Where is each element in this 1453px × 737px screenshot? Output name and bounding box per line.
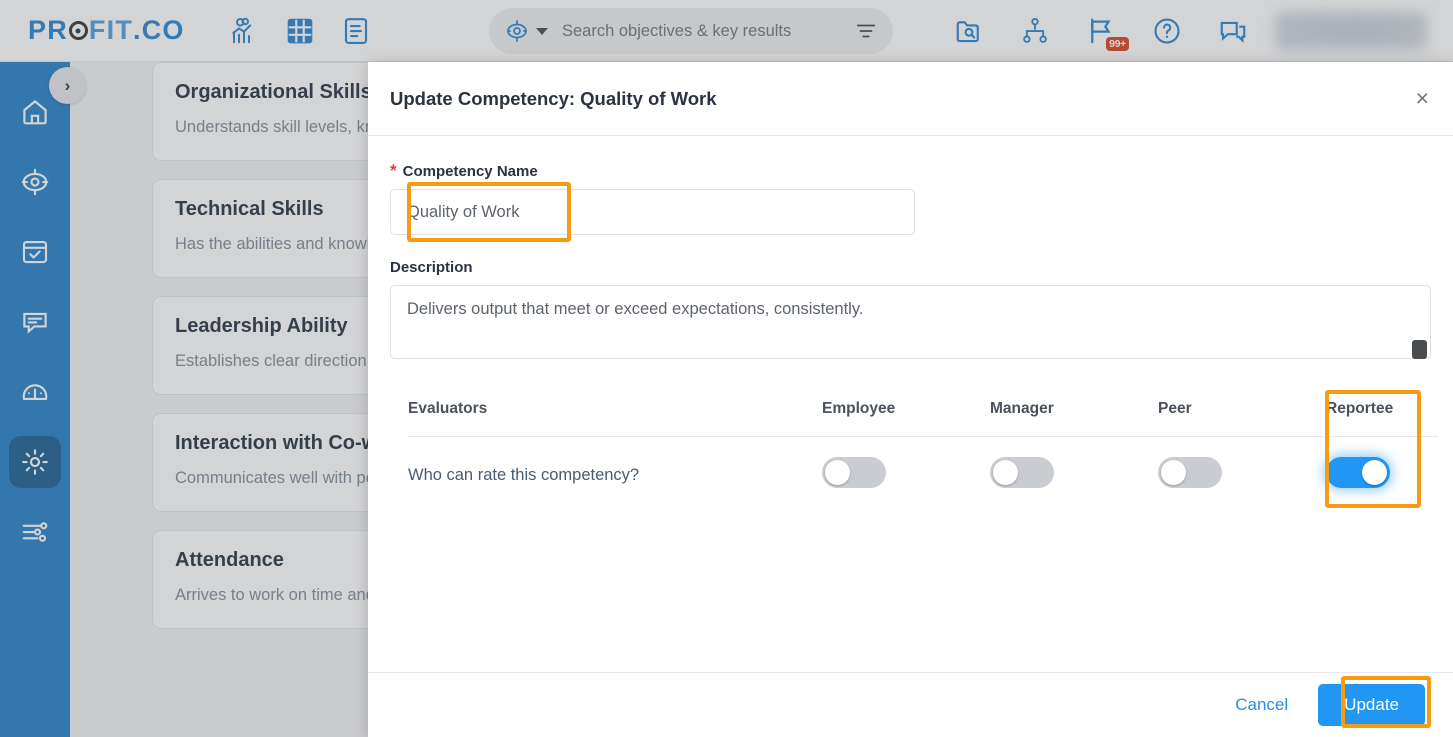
cancel-button[interactable]: Cancel <box>1235 695 1288 715</box>
update-button[interactable]: Update <box>1318 684 1425 726</box>
column-header-peer: Peer <box>1158 390 1326 437</box>
dialog-body: * Competency Name Description Evaluators… <box>368 136 1453 672</box>
toggle-reportee[interactable] <box>1326 457 1390 488</box>
cell-employee <box>822 437 990 508</box>
evaluator-question: Who can rate this competency? <box>408 465 640 484</box>
competency-name-label-text: Competency Name <box>402 163 538 180</box>
dialog-footer: Cancel Update <box>368 672 1453 737</box>
cell-peer <box>1158 437 1326 508</box>
column-header-manager: Manager <box>990 390 1158 437</box>
evaluators-header-row: Evaluators Employee Manager Peer Reporte… <box>408 390 1438 437</box>
dialog-title: Update Competency: Quality of Work <box>390 87 717 109</box>
column-header-evaluators: Evaluators <box>408 390 822 437</box>
update-competency-dialog: Update Competency: Quality of Work × * C… <box>368 62 1453 737</box>
cell-manager <box>990 437 1158 508</box>
dialog-header: Update Competency: Quality of Work × <box>368 62 1453 136</box>
description-label: Description <box>390 259 1431 276</box>
close-icon[interactable]: × <box>1416 87 1429 110</box>
competency-name-row <box>390 182 1431 242</box>
column-header-employee: Employee <box>822 390 990 437</box>
description-label-text: Description <box>390 259 473 276</box>
toggle-employee[interactable] <box>822 457 886 488</box>
app-root: PR FIT .CO Search objectives & key resul… <box>0 0 1453 737</box>
competency-name-input[interactable] <box>390 189 915 235</box>
table-row: Who can rate this competency? <box>408 437 1438 508</box>
resize-handle[interactable] <box>1412 340 1427 359</box>
description-row <box>390 285 1431 364</box>
required-asterisk: * <box>390 161 397 180</box>
cell-reportee <box>1326 437 1438 508</box>
competency-name-label: * Competency Name <box>390 162 1431 180</box>
description-textarea[interactable] <box>390 285 1431 359</box>
toggle-manager[interactable] <box>990 457 1054 488</box>
toggle-peer[interactable] <box>1158 457 1222 488</box>
evaluators-table: Evaluators Employee Manager Peer Reporte… <box>408 390 1438 507</box>
column-header-reportee: Reportee <box>1326 390 1438 437</box>
